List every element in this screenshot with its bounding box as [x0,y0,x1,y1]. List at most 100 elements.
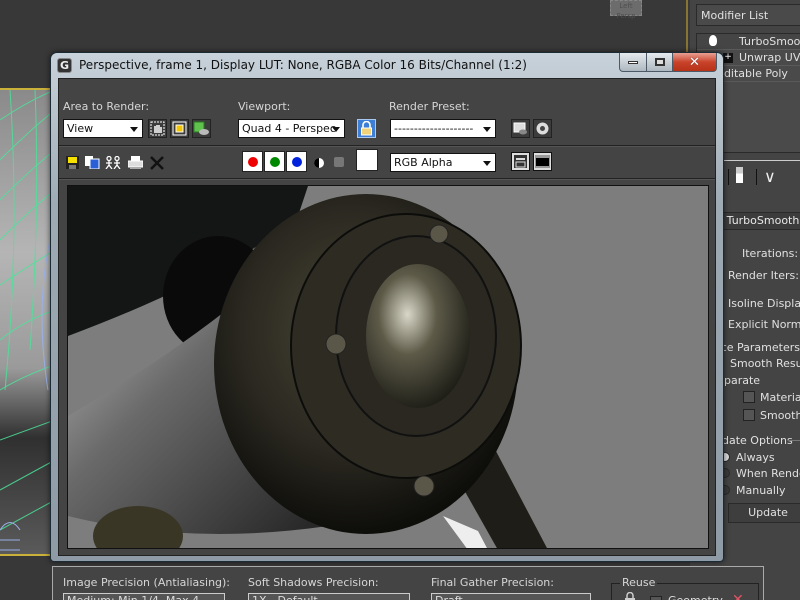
window-controls: ✕ [619,53,717,72]
maximize-button[interactable] [647,53,673,72]
3ds-max-icon[interactable]: G [57,58,72,73]
ui-overlay-icon [514,155,527,168]
lock-icon [360,121,373,136]
toggle-ui-overlay-button[interactable] [511,152,530,171]
render-setup-button[interactable] [511,119,530,138]
show-end-result-icon[interactable]: ∨ [764,167,776,186]
materials-checkbox[interactable] [743,391,755,403]
render-production-button[interactable] [192,119,211,138]
edit-region-button[interactable] [148,119,167,138]
channel-display-dropdown[interactable]: RGB Alpha [390,153,496,172]
copy-icon [85,156,100,169]
green-channel-toggle[interactable] [264,151,285,172]
maximize-icon [655,58,665,66]
expand-plus-icon[interactable]: + [723,53,733,63]
reuse-group: Reuse Geometry ✕ [611,583,759,600]
divider [59,178,715,180]
blue-channel-toggle[interactable] [286,151,307,172]
close-button[interactable]: ✕ [673,53,717,72]
hand-region-icon [150,121,165,136]
rendered-image[interactable] [67,185,709,549]
clone-frame-icon [105,156,122,169]
manually-label: Manually [736,484,786,497]
monochrome-toggle[interactable] [309,153,328,172]
green-dot-icon [270,157,280,167]
auto-region-button[interactable] [170,119,189,138]
render-iters-label: Render Iters: [728,269,799,282]
always-label: Always [736,451,775,464]
separate-group-label: parate [724,374,760,387]
smooth-result-checkbox[interactable]: Smooth Result [730,357,800,370]
soft-shadows-dropdown[interactable]: 1X - Default [248,593,410,600]
print-image-button[interactable] [126,153,145,172]
print-icon [128,156,143,169]
chevron-down-icon [130,127,138,132]
explicit-normals-checkbox[interactable]: Explicit Normals [728,318,800,331]
alpha-swatch-toggle[interactable] [330,153,349,172]
minimize-icon [628,61,638,64]
stack-item-turbosmooth[interactable]: TurboSmooth [697,34,800,50]
color-swatch[interactable] [356,149,378,171]
environment-icon [535,121,550,136]
image-precision-label: Image Precision (Antialiasing): [63,576,230,589]
divider [756,169,757,185]
wireframe-mesh [0,90,55,556]
chevron-down-icon [332,127,340,132]
red-channel-toggle[interactable] [242,151,263,172]
background-viewport[interactable] [0,88,55,556]
chevron-down-icon [483,127,491,132]
toggle-ui-icon [535,155,550,168]
modifier-list-dropdown[interactable]: Modifier List [696,4,800,26]
teapot-icon [193,120,210,137]
update-button[interactable]: Update [728,503,800,523]
bore [366,264,470,408]
environment-effects-button[interactable] [533,119,552,138]
final-gather-label: Final Gather Precision: [431,576,554,589]
area-to-render-dropdown[interactable]: View [63,119,143,138]
lightbulb-icon[interactable] [709,35,717,46]
divider [59,145,715,147]
render-parameters-panel: Image Precision (Antialiasing): Medium: … [52,566,764,600]
chevron-down-icon [483,161,491,166]
clone-frame-button[interactable] [104,153,123,172]
materials-label: Materials [760,391,800,404]
close-icon: ✕ [689,55,700,70]
clear-geometry-icon[interactable]: ✕ [732,592,744,600]
update-options-group: date Options [722,434,793,447]
alpha-swatch-icon [334,157,345,168]
final-gather-dropdown[interactable]: Draft [431,593,591,600]
geometry-label: Geometry [668,594,723,600]
lock-viewport-button[interactable] [357,119,376,138]
title-bar[interactable]: G Perspective, frame 1, Display LUT: Non… [51,53,723,77]
rendered-frame-window: G Perspective, frame 1, Display LUT: Non… [50,52,724,562]
render-preset-dropdown[interactable]: -------------------- [390,119,496,138]
save-icon [66,156,79,169]
isoline-display-checkbox[interactable]: Isoline Display [728,297,800,310]
image-precision-dropdown[interactable]: Medium: Min 1/4, Max 4 [63,593,225,600]
soft-shadows-label: Soft Shadows Precision: [248,576,379,589]
minimize-button[interactable] [619,53,647,72]
viewport-dropdown[interactable]: Quad 4 - Perspec [238,119,345,138]
save-image-button[interactable] [63,153,82,172]
when-rendering-label: When Rendering [736,467,800,480]
reuse-label: Reuse [620,576,657,589]
toggle-ui-button[interactable] [533,152,552,171]
window-title: Perspective, frame 1, Display LUT: None,… [79,58,527,72]
viewport-border [686,0,688,52]
lock-icon[interactable] [624,592,636,600]
iterations-label: Iterations: [742,247,798,260]
smoothing-groups-label: Smoothing Groups [760,409,800,422]
smoothing-groups-checkbox[interactable] [743,409,755,421]
divider [788,440,800,441]
divider [728,169,729,185]
clear-image-button[interactable] [147,153,166,172]
red-dot-icon [248,157,258,167]
render-setup-icon [513,121,528,136]
render-preset-label: Render Preset: [389,100,470,113]
copy-image-button[interactable] [83,153,102,172]
region-select-icon [172,121,187,136]
geometry-checkbox[interactable] [650,596,662,600]
pin-stack-icon[interactable] [736,167,743,183]
render-output [68,186,709,549]
rollout-turbosmooth[interactable]: TurboSmooth [718,212,800,230]
